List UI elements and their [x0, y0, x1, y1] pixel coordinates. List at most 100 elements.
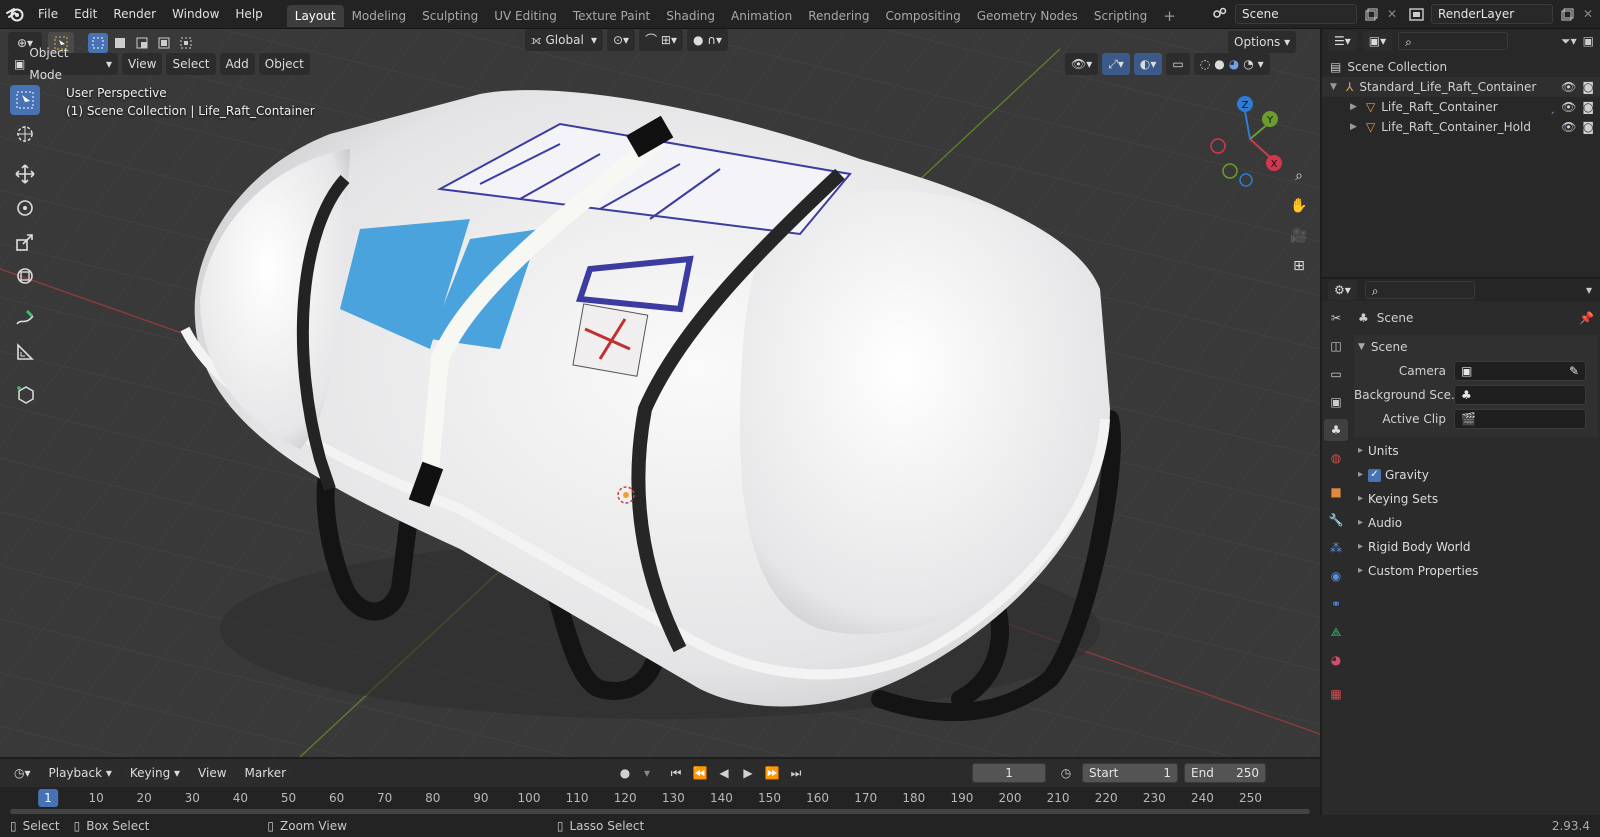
menu-help[interactable]: Help	[227, 0, 270, 29]
scene-name-field[interactable]: Scene	[1235, 4, 1357, 24]
data-tab-icon[interactable]: ⟁	[1324, 621, 1348, 643]
options-dropdown[interactable]: Options ▾	[1228, 31, 1297, 53]
proportional-editing-icon[interactable]: ● ∩▾	[686, 29, 729, 51]
current-frame-marker[interactable]: 1	[38, 789, 58, 807]
viewport-menu-object[interactable]: Object	[258, 53, 310, 75]
wireframe-shading-icon[interactable]: ◌	[1200, 53, 1210, 75]
jump-end-icon[interactable]: ⏭	[786, 766, 806, 781]
solid-shading-icon[interactable]: ●	[1214, 53, 1224, 75]
new-collection-icon[interactable]: ▣	[1583, 34, 1594, 48]
filter-icon[interactable]: ⏷▾	[1561, 34, 1577, 49]
output-tab-icon[interactable]: ▭	[1324, 363, 1348, 385]
timeline-menu-view[interactable]: View	[192, 763, 233, 783]
scene-tab-icon[interactable]: ♣	[1324, 419, 1348, 441]
chevron-down-icon[interactable]: ▾	[640, 766, 654, 780]
select-extend-icon[interactable]	[110, 33, 130, 53]
move-tool-icon[interactable]	[10, 159, 40, 189]
eye-icon[interactable]: 👁	[1561, 115, 1576, 139]
cursor-tool-icon[interactable]	[10, 119, 40, 149]
section-keying-sets[interactable]: Keying Sets	[1354, 487, 1598, 511]
scene-panel-header[interactable]: ▼ Scene	[1354, 335, 1598, 359]
chevron-down-icon[interactable]: ▾	[1586, 283, 1592, 297]
expand-right-icon[interactable]: ▶	[1350, 115, 1360, 139]
perspective-toggle-icon[interactable]: ⊞	[1285, 254, 1313, 278]
section-custom-properties[interactable]: Custom Properties	[1354, 559, 1598, 583]
snap-icon[interactable]: ⌒ ⊞▾	[639, 29, 683, 51]
viewport-menu-add[interactable]: Add	[219, 53, 255, 75]
object-tab-icon[interactable]: ■	[1324, 481, 1348, 503]
pan-hand-icon[interactable]: ✋	[1285, 194, 1313, 218]
scene-type-icon[interactable]	[1205, 7, 1235, 21]
new-view-layer-icon[interactable]	[1556, 4, 1578, 24]
viewport-menu-view[interactable]: View	[122, 53, 163, 75]
chevron-down-icon[interactable]: ▾	[1258, 53, 1264, 75]
pin-icon[interactable]: 📌	[1579, 311, 1594, 325]
tab-uv-editing[interactable]: UV Editing	[486, 5, 565, 27]
gravity-checkbox[interactable]: ✓	[1368, 468, 1381, 482]
modifier-tab-icon[interactable]: 🔧	[1324, 509, 1348, 531]
tool-tab-icon[interactable]: ✂	[1324, 307, 1348, 329]
jump-start-icon[interactable]: ⏮	[666, 766, 686, 781]
camera-render-icon[interactable]: ◙	[1582, 115, 1594, 139]
jump-keyframe-forward-icon[interactable]: ⏩	[762, 766, 782, 780]
timeline-editor-type-icon[interactable]: ◷▾	[8, 763, 37, 783]
tree-item-scene-collection[interactable]: ▤ Scene Collection	[1322, 57, 1600, 77]
frame-ruler[interactable]: 1 10 20 30 40 50 60 70 80 90 100 110 120 130 140 150 160…	[0, 787, 1320, 815]
rendered-shading-icon[interactable]: ◔	[1243, 53, 1253, 75]
view-layer-tab-icon[interactable]: ▣	[1324, 391, 1348, 413]
new-scene-icon[interactable]	[1360, 4, 1382, 24]
tab-animation[interactable]: Animation	[723, 5, 800, 27]
particles-tab-icon[interactable]: ⁂	[1324, 537, 1348, 559]
scale-tool-icon[interactable]	[10, 227, 40, 257]
tab-compositing[interactable]: Compositing	[877, 5, 968, 27]
annotate-tool-icon[interactable]	[10, 303, 40, 333]
section-audio[interactable]: Audio	[1354, 511, 1598, 535]
properties-search-input[interactable]: ⌕	[1364, 281, 1475, 299]
section-units[interactable]: Units	[1354, 439, 1598, 463]
delete-view-layer-icon[interactable]: ✕	[1578, 7, 1598, 21]
properties-editor-type-icon[interactable]: ⚙▾	[1328, 280, 1357, 300]
start-frame-field[interactable]: Start 1	[1082, 763, 1179, 783]
current-frame-field[interactable]: 1	[972, 763, 1047, 783]
world-tab-icon[interactable]: ◍	[1324, 447, 1348, 469]
view-layer-icon[interactable]	[1401, 7, 1431, 21]
mode-dropdown[interactable]: ▣ Object Mode ▾	[8, 46, 118, 82]
visibility-icon[interactable]: 👁▾	[1065, 53, 1099, 75]
menu-edit[interactable]: Edit	[66, 0, 105, 29]
select-intersect-icon[interactable]	[176, 33, 196, 53]
tree-item[interactable]: ▶ ▽ Life_Raft_Container ˏ 👁 ◙	[1322, 97, 1600, 117]
timeline-scrollbar[interactable]	[10, 809, 1310, 814]
physics-tab-icon[interactable]: ◉	[1324, 565, 1348, 587]
constraints-tab-icon[interactable]: ⚭	[1324, 593, 1348, 615]
transform-orientation-dropdown[interactable]: ⟗ Global ▾	[525, 29, 603, 51]
timeline-menu-keying[interactable]: Keying ▾	[123, 763, 187, 783]
tab-texture-paint[interactable]: Texture Paint	[565, 5, 658, 27]
measure-tool-icon[interactable]	[10, 337, 40, 367]
select-invert-icon[interactable]	[154, 33, 174, 53]
tab-shading[interactable]: Shading	[658, 5, 723, 27]
menu-render[interactable]: Render	[105, 0, 164, 29]
tab-sculpting[interactable]: Sculpting	[414, 5, 486, 27]
material-preview-shading-icon[interactable]: ◕	[1229, 53, 1239, 75]
active-clip-field[interactable]: 🎬	[1454, 409, 1586, 429]
zoom-icon[interactable]: ⌕	[1285, 164, 1313, 188]
gizmo-toggle-icon[interactable]: ⤢▾	[1102, 53, 1130, 75]
menu-window[interactable]: Window	[164, 0, 227, 29]
material-tab-icon[interactable]: ◕	[1324, 649, 1348, 671]
3d-viewport[interactable]: ⊕▾ ⟗ Global ▾ ⊙▾ ⌒ ⊞▾ ● ∩▾ Options ▾ ▣ O…	[0, 29, 1320, 757]
transform-tool-icon[interactable]	[10, 261, 40, 291]
play-reverse-icon[interactable]: ◀	[714, 766, 734, 780]
eyedropper-icon[interactable]: ✎	[1569, 362, 1579, 380]
delete-scene-icon[interactable]: ✕	[1382, 7, 1402, 21]
timeline-menu-marker[interactable]: Marker	[238, 763, 293, 783]
view-layer-field[interactable]: RenderLayer	[1431, 4, 1553, 24]
add-cube-tool-icon[interactable]	[10, 379, 40, 409]
record-icon[interactable]: ●	[614, 766, 636, 780]
timeline-menu-playback[interactable]: Playback ▾	[42, 763, 118, 783]
jump-keyframe-back-icon[interactable]: ⏪	[690, 766, 710, 780]
expand-down-icon[interactable]: ▼	[1330, 75, 1340, 99]
section-rigid-body-world[interactable]: Rigid Body World	[1354, 535, 1598, 559]
tab-geometry-nodes[interactable]: Geometry Nodes	[969, 5, 1086, 27]
display-mode-icon[interactable]: ▣▾	[1362, 31, 1393, 51]
render-tab-icon[interactable]: ◫	[1324, 335, 1348, 357]
